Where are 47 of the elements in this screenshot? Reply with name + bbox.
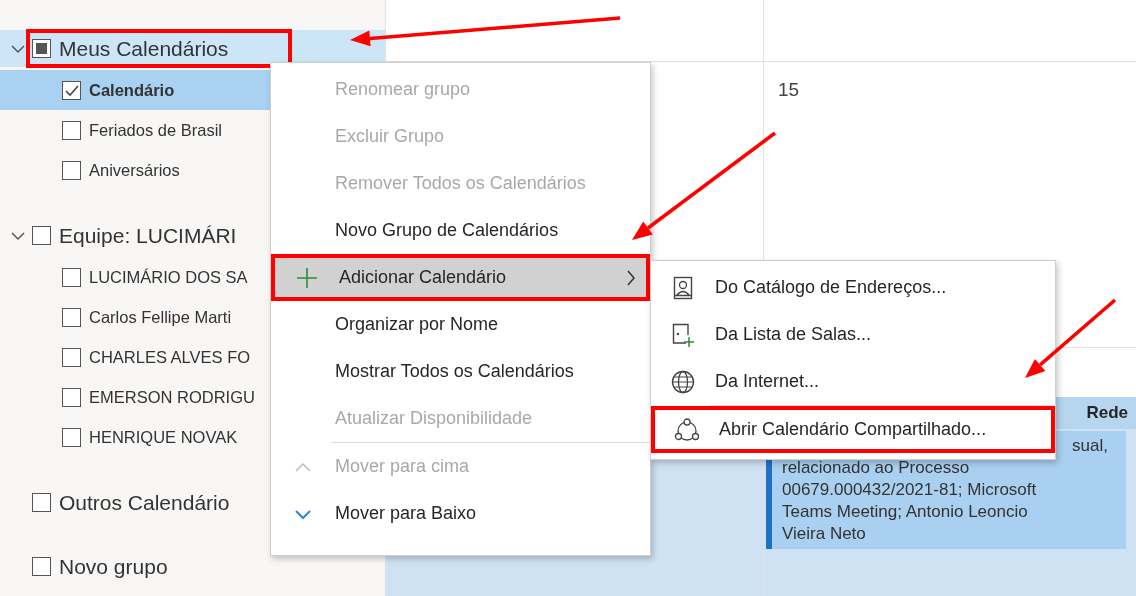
chevron-up-icon xyxy=(294,460,312,473)
event-text: 00679.000432/2021-81; Microsoft xyxy=(782,479,1038,501)
plus-icon xyxy=(296,266,318,289)
checkbox[interactable] xyxy=(62,307,81,327)
menu-item[interactable]: Mover para Baixo xyxy=(271,490,650,537)
checkbox[interactable] xyxy=(32,493,51,512)
calendar-name: Carlos Fellipe Marti xyxy=(89,306,232,328)
event-text: Vieira Neto xyxy=(782,523,867,545)
menu-item[interactable]: Adicionar Calendário xyxy=(271,254,650,301)
checkbox[interactable] xyxy=(62,80,81,100)
menu-item[interactable]: Da Lista de Salas... xyxy=(651,311,1055,358)
calendar-name: Calendário xyxy=(89,79,175,101)
group-label: Novo grupo xyxy=(59,553,168,580)
checkbox[interactable] xyxy=(62,427,81,447)
group-label: Meus Calendários xyxy=(59,35,229,62)
checkbox[interactable] xyxy=(62,120,81,140)
checkbox[interactable] xyxy=(32,39,51,58)
calendar-name: Aniversários xyxy=(89,159,180,181)
event-text: Teams Meeting; Antonio Leoncio xyxy=(782,501,1029,523)
door-plus-icon xyxy=(671,322,695,347)
calendar-name: EMERSON RODRIGU xyxy=(89,386,255,408)
contact-card-icon xyxy=(673,275,693,300)
connected-circles-icon xyxy=(674,418,700,441)
menu-item[interactable]: Abrir Calendário Compartilhado... xyxy=(651,406,1055,453)
day-number: 15 xyxy=(777,78,801,102)
calendar-name: Feriados de Brasil xyxy=(89,119,222,141)
calendar-name: CHARLES ALVES FO xyxy=(89,346,251,368)
calendar-group[interactable]: Meus Calendários xyxy=(0,30,385,67)
checkbox[interactable] xyxy=(62,267,81,287)
chevron-down-icon xyxy=(294,507,312,520)
menu-item[interactable]: Novo Grupo de Calendários xyxy=(271,207,650,254)
group-label: Outros Calendário xyxy=(59,489,230,516)
checkbox[interactable] xyxy=(32,226,51,245)
menu-item[interactable]: Organizar por Nome xyxy=(271,301,650,348)
group-label: Equipe: LUCIMÁRI xyxy=(59,222,237,249)
calendar-name: LUCIMÁRIO DOS SA xyxy=(89,266,248,288)
checkbox[interactable] xyxy=(32,557,51,576)
calendar-name: HENRIQUE NOVAK xyxy=(89,426,238,448)
calendar-group[interactable]: Novo grupo xyxy=(0,548,385,585)
menu-item[interactable]: Mostrar Todos os Calendários xyxy=(271,348,650,395)
globe-icon xyxy=(671,369,695,394)
checkbox[interactable] xyxy=(62,387,81,407)
checkbox[interactable] xyxy=(62,347,81,367)
event-text: sual, xyxy=(1071,435,1109,457)
menu-item[interactable]: Do Catálogo de Endereços... xyxy=(651,264,1055,311)
checkbox[interactable] xyxy=(62,160,81,180)
event-text: relacionado ao Processo xyxy=(782,457,971,479)
